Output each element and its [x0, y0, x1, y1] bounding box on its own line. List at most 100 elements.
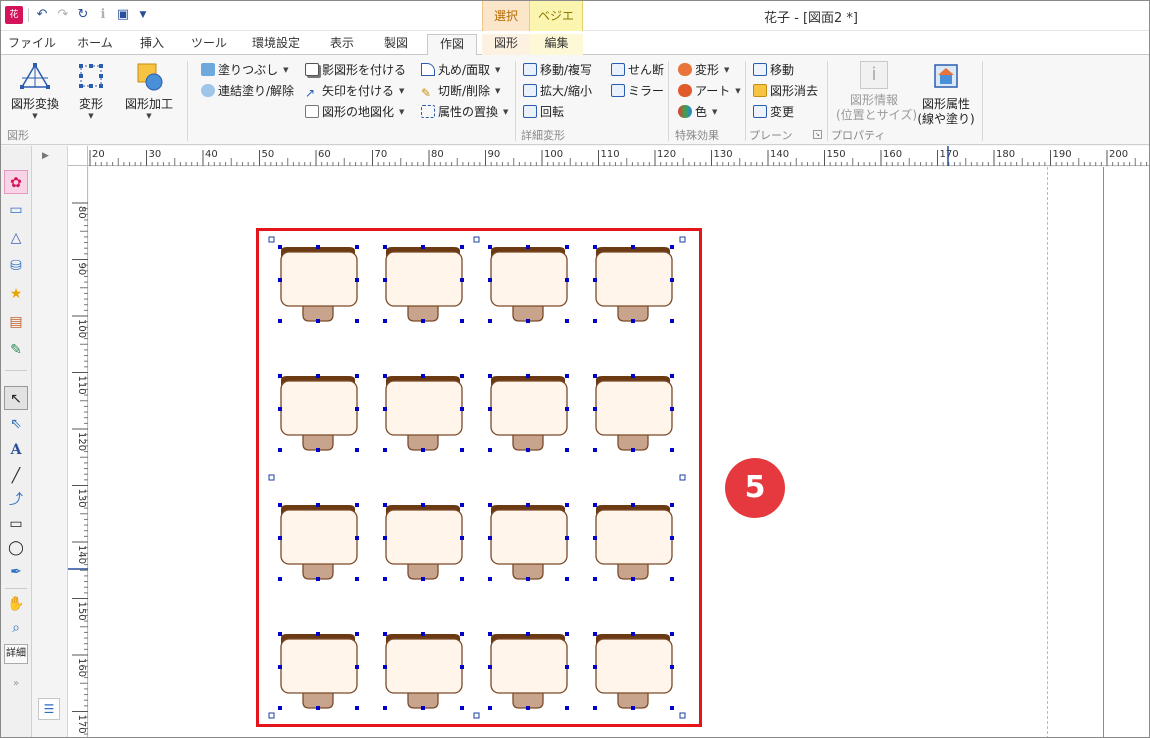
ruler-label: 50	[262, 149, 275, 160]
chevron-down-icon: ▼	[495, 66, 501, 74]
side-panel-strip: ▶ ☰	[32, 146, 68, 737]
dialog-launcher-icon[interactable]: ↘	[813, 130, 822, 139]
eraser-icon	[753, 84, 767, 97]
scale-icon	[523, 84, 537, 97]
document-properties-icon[interactable]: ▣	[114, 6, 132, 24]
deform-button[interactable]: 変形 ▼	[71, 61, 111, 120]
horizontal-ruler[interactable]: 20 30 40 50 60 70 80 90 100 110 120 130 140 150 160 170…	[68, 146, 1149, 166]
tab-file[interactable]: ファイル	[6, 34, 58, 55]
add-shadow-label: 影図形を付ける	[322, 63, 407, 77]
ruler-label: 150	[827, 149, 846, 160]
select-pointer-icon[interactable]: ↖	[4, 386, 28, 410]
shape-attr-label: 図形属性	[921, 97, 970, 111]
effect-deform-button[interactable]: 変形 ▼	[678, 60, 729, 80]
hand-pan-icon[interactable]: ✋	[4, 592, 28, 616]
plane-change-button[interactable]: 変更	[753, 102, 794, 122]
ruler-label: 200	[1109, 149, 1128, 160]
chevron-down-icon: ▼	[724, 66, 730, 74]
flower-clipart-icon[interactable]: ✿	[4, 170, 28, 194]
ruler-label: 160	[883, 149, 902, 160]
brush-icon[interactable]: ✎	[4, 338, 28, 362]
plane-change-icon	[753, 105, 767, 118]
ellipse-tool-icon[interactable]: ◯	[4, 536, 28, 560]
effect-art-button[interactable]: アート ▼	[678, 81, 741, 101]
zoom-icon[interactable]: ⌕	[4, 616, 28, 640]
group-divider	[827, 61, 828, 141]
shape-convert-button[interactable]: 図形変換 ▼	[7, 61, 63, 120]
map-shape-button[interactable]: 図形の地図化 ▼	[305, 102, 404, 122]
double-chevron-right-icon[interactable]: »	[4, 672, 28, 696]
line-tool-icon[interactable]: ╱	[4, 464, 28, 488]
app-window: 花 ↶ ↷ ↻ ℹ ▣ ▼ 選択 ベジエ 花子 - [図面2 *] ファイル ホ…	[0, 0, 1150, 738]
continuous-fill-button[interactable]: 連結塗り/解除	[201, 81, 294, 101]
add-arrow-button[interactable]: ↗ 矢印を付ける ▼	[305, 81, 404, 101]
customize-quick-access-icon[interactable]: ▼	[134, 6, 152, 24]
database-icon[interactable]: ⛁	[4, 254, 28, 278]
shear-button[interactable]: せん断	[611, 60, 664, 80]
expand-panel-icon[interactable]: ▶	[42, 151, 49, 161]
shape-process-button[interactable]: 図形加工 ▼	[121, 61, 177, 120]
group-divider	[187, 61, 188, 141]
undo-icon[interactable]: ↶	[33, 6, 51, 24]
tab-edit[interactable]: 編集	[530, 34, 583, 55]
pencil-cut-icon: ✎	[421, 86, 432, 100]
move-copy-button[interactable]: 移動/複写	[523, 60, 592, 80]
deform-icon	[74, 61, 108, 93]
round-corner-icon	[421, 63, 435, 76]
tab-home[interactable]: ホーム	[69, 34, 121, 55]
shape-attr-sublabel: (線や塗り)	[917, 112, 975, 126]
cut-delete-button[interactable]: ✎ 切断/削除 ▼	[421, 81, 500, 101]
text-tool-icon[interactable]: A	[4, 438, 28, 462]
context-tab-select-header: 選択	[482, 1, 530, 31]
group-divider	[515, 61, 516, 141]
title-bar: 花 ↶ ↷ ↻ ℹ ▣ ▼ 選択 ベジエ 花子 - [図面2 *]	[1, 1, 1149, 31]
drawing-canvas[interactable]: 5	[89, 167, 1149, 737]
shape-info-button[interactable]: i 図形情報 (位置とサイズ)	[836, 61, 917, 123]
star-icon[interactable]: ★	[4, 282, 28, 306]
ruler-label: 190	[1053, 149, 1072, 160]
effect-color-button[interactable]: 色 ▼	[678, 102, 717, 122]
tab-view[interactable]: 表示	[319, 34, 365, 55]
panel-list-icon[interactable]: ☰	[38, 698, 60, 720]
round-chamfer-button[interactable]: 丸め/面取 ▼	[421, 60, 500, 80]
ruler-label: 120	[657, 149, 676, 160]
ruler-label: 110	[601, 149, 620, 160]
tab-insert[interactable]: 挿入	[129, 34, 175, 55]
cut-delete-label: 切断/削除	[438, 84, 491, 98]
tab-drawing[interactable]: 作図	[427, 34, 477, 56]
shear-label: せん断	[628, 63, 665, 77]
eyedropper-icon[interactable]: ✒	[4, 560, 28, 584]
detail-button[interactable]: 詳細	[4, 644, 28, 664]
app-logo-icon[interactable]: 花	[5, 6, 23, 24]
image-icon[interactable]: ▭	[4, 198, 28, 222]
group-label-detail: 詳細変形	[521, 129, 565, 142]
tab-drafting[interactable]: 製図	[373, 34, 419, 55]
add-shadow-button[interactable]: 影図形を付ける	[305, 60, 406, 80]
shapes-icon[interactable]: △	[4, 226, 28, 250]
undo-repeat-icon[interactable]: ↷	[54, 6, 72, 24]
rotate-icon	[523, 105, 537, 118]
tab-tools[interactable]: ツール	[183, 34, 235, 55]
tab-environment[interactable]: 環境設定	[243, 34, 309, 55]
effect-color-label: 色	[695, 105, 708, 119]
info-icon[interactable]: ℹ	[94, 6, 112, 24]
plane-erase-button[interactable]: 図形消去	[753, 81, 818, 101]
replace-attr-button[interactable]: 属性の置換 ▼	[421, 102, 508, 122]
vertical-ruler[interactable]: 80 90 100 110 120 130 140 150 160 170	[68, 166, 88, 737]
mirror-button[interactable]: ミラー	[611, 81, 664, 101]
scale-button[interactable]: 拡大/縮小	[523, 81, 592, 101]
effect-deform-label: 変形	[695, 63, 720, 77]
plane-move-button[interactable]: 移動	[753, 60, 794, 80]
shape-attr-button[interactable]: 図形属性 (線や塗り)	[915, 61, 977, 127]
box-icon[interactable]: ▤	[4, 310, 28, 334]
bezier-tool-icon[interactable]: ⤴	[4, 488, 28, 512]
shear-icon	[611, 63, 625, 76]
group-label-shape: 図形	[7, 129, 29, 142]
fill-button[interactable]: 塗りつぶし ▼	[201, 60, 289, 80]
map-grid-icon	[305, 105, 319, 118]
point-edit-icon[interactable]: ⇖	[4, 412, 28, 436]
rectangle-tool-icon[interactable]: ▭	[4, 512, 28, 536]
rotate-button[interactable]: 回転	[523, 102, 564, 122]
tab-shape[interactable]: 図形	[482, 34, 530, 55]
redo-icon[interactable]: ↻	[74, 6, 92, 24]
